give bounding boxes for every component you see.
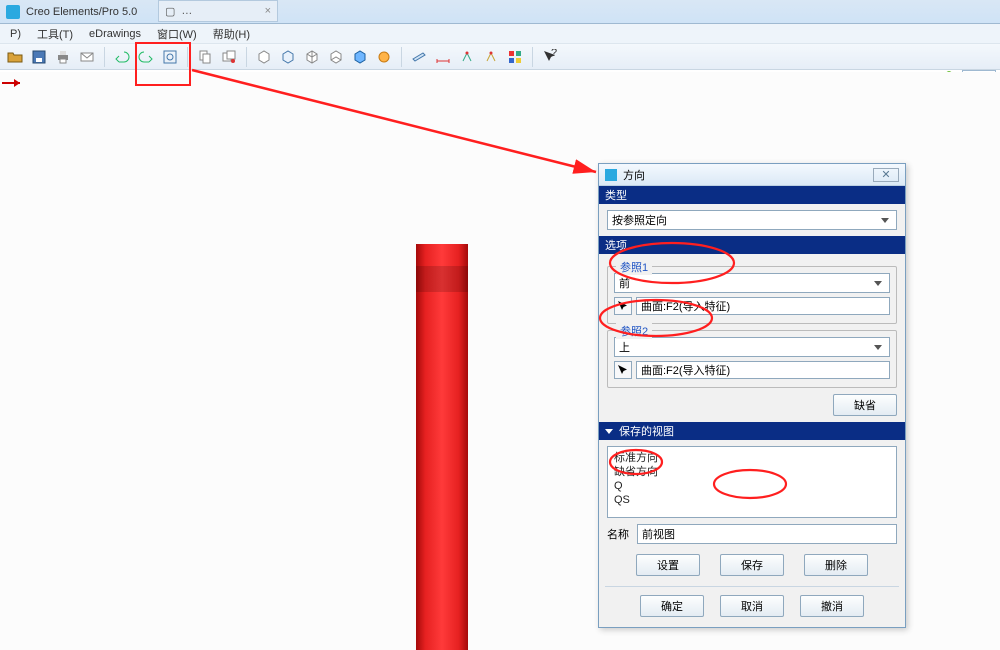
reference1-group: 参照1 前 曲面:F2(导入特征) bbox=[607, 266, 897, 324]
cube4-icon[interactable] bbox=[325, 46, 347, 68]
copy-paste-icon[interactable] bbox=[194, 46, 216, 68]
cube1-icon[interactable] bbox=[253, 46, 275, 68]
cancel-button[interactable]: 取消 bbox=[720, 595, 784, 617]
cancel-button-label: 取消 bbox=[741, 598, 763, 614]
ref2-legend: 参照2 bbox=[616, 323, 652, 339]
toolbar-separator bbox=[532, 47, 533, 67]
tab-label: … bbox=[181, 5, 192, 17]
list-item[interactable]: 标准方向 bbox=[614, 451, 890, 465]
ref1-value-text: 曲面:F2(导入特征) bbox=[641, 298, 730, 314]
set-button[interactable]: 设置 bbox=[636, 554, 700, 576]
cube-blue-icon[interactable] bbox=[349, 46, 371, 68]
close-icon[interactable]: ✕ bbox=[873, 168, 899, 182]
chevron-down-icon bbox=[878, 214, 892, 226]
snap1-icon[interactable] bbox=[456, 46, 478, 68]
name-input[interactable] bbox=[637, 524, 897, 544]
toolbar-separator bbox=[104, 47, 105, 67]
chevron-down-icon bbox=[871, 277, 885, 289]
dialog-icon bbox=[605, 169, 617, 181]
cursor-icon bbox=[617, 300, 629, 312]
app-title: Creo Elements/Pro 5.0 bbox=[26, 6, 137, 18]
open-icon[interactable] bbox=[4, 46, 26, 68]
mail-icon[interactable] bbox=[76, 46, 98, 68]
ref1-legend: 参照1 bbox=[616, 259, 652, 275]
cube3-icon[interactable] bbox=[301, 46, 323, 68]
model-part bbox=[416, 244, 468, 650]
saved-views-header[interactable]: 保存的视图 bbox=[599, 422, 905, 440]
list-item[interactable]: Q bbox=[614, 479, 890, 493]
undo-icon[interactable] bbox=[111, 46, 133, 68]
dialog-titlebar[interactable]: 方向 ✕ bbox=[599, 164, 905, 186]
toolbar-separator bbox=[401, 47, 402, 67]
section-options-label: 选项 bbox=[605, 237, 627, 253]
refit-icon[interactable] bbox=[159, 46, 181, 68]
menu-item-help[interactable]: 帮助(H) bbox=[207, 25, 256, 43]
saved-views-list[interactable]: 标准方向 缺省方向 Q QS bbox=[607, 446, 897, 518]
ref1-direction-value: 前 bbox=[619, 275, 630, 291]
reference2-group: 参照2 上 曲面:F2(导入特征) bbox=[607, 330, 897, 388]
cube2-icon[interactable] bbox=[277, 46, 299, 68]
divider bbox=[605, 586, 899, 587]
list-item[interactable]: 缺省方向 bbox=[614, 465, 890, 479]
snap2-icon[interactable] bbox=[480, 46, 502, 68]
titlebar: Creo Elements/Pro 5.0 bbox=[0, 0, 1000, 24]
dialog-title: 方向 bbox=[623, 167, 645, 183]
undo-dialog-button[interactable]: 撤消 bbox=[800, 595, 864, 617]
menu-item-p[interactable]: P) bbox=[4, 27, 27, 41]
ref1-pick-button[interactable] bbox=[614, 297, 632, 315]
toolbar: ? bbox=[0, 44, 1000, 70]
section-type-label: 类型 bbox=[605, 187, 627, 203]
window-tab[interactable]: ▢ … × bbox=[158, 0, 278, 22]
section-options-header: 选项 bbox=[599, 236, 905, 254]
redo-icon[interactable] bbox=[135, 46, 157, 68]
chevron-down-icon bbox=[871, 341, 885, 353]
close-icon[interactable]: × bbox=[265, 5, 271, 17]
menu-item-tools[interactable]: 工具(T) bbox=[31, 25, 79, 43]
orientation-dialog: 方向 ✕ 类型 按参照定向 选项 参照1 前 曲面:F2(导入特征) 参照2 bbox=[598, 163, 906, 628]
cursor-icon bbox=[617, 364, 629, 376]
ref2-value-field[interactable]: 曲面:F2(导入特征) bbox=[636, 361, 890, 379]
ref2-pick-button[interactable] bbox=[614, 361, 632, 379]
delete-button-label: 删除 bbox=[825, 557, 847, 573]
toolbar-separator bbox=[246, 47, 247, 67]
app-icon bbox=[6, 5, 20, 19]
delete-button[interactable]: 删除 bbox=[804, 554, 868, 576]
type-dropdown[interactable]: 按参照定向 bbox=[607, 210, 897, 230]
ref2-direction-dropdown[interactable]: 上 bbox=[614, 337, 890, 357]
ref1-value-field[interactable]: 曲面:F2(导入特征) bbox=[636, 297, 890, 315]
copy-geom-icon[interactable] bbox=[218, 46, 240, 68]
menu-item-window[interactable]: 窗口(W) bbox=[151, 25, 203, 43]
undo-dialog-button-label: 撤消 bbox=[821, 598, 843, 614]
svg-text:?: ? bbox=[551, 49, 557, 59]
ref2-value-text: 曲面:F2(导入特征) bbox=[641, 362, 730, 378]
ref2-direction-value: 上 bbox=[619, 339, 630, 355]
save-button[interactable]: 保存 bbox=[720, 554, 784, 576]
list-item[interactable]: QS bbox=[614, 493, 890, 507]
print-icon[interactable] bbox=[52, 46, 74, 68]
name-label: 名称 bbox=[607, 526, 629, 542]
plane-icon[interactable] bbox=[408, 46, 430, 68]
color-palette-icon[interactable] bbox=[504, 46, 526, 68]
axis-indicator bbox=[0, 75, 30, 95]
help-context-icon[interactable]: ? bbox=[539, 46, 561, 68]
section-type-header: 类型 bbox=[599, 186, 905, 204]
set-button-label: 设置 bbox=[657, 557, 679, 573]
toolbar-separator bbox=[187, 47, 188, 67]
ref1-direction-dropdown[interactable]: 前 bbox=[614, 273, 890, 293]
saved-views-label: 保存的视图 bbox=[619, 423, 674, 439]
cube-orange-icon[interactable] bbox=[373, 46, 395, 68]
ok-button-label: 确定 bbox=[661, 598, 683, 614]
triangle-down-icon bbox=[605, 429, 613, 434]
ok-button[interactable]: 确定 bbox=[640, 595, 704, 617]
default-button[interactable]: 缺省 bbox=[833, 394, 897, 416]
default-button-label: 缺省 bbox=[854, 397, 876, 413]
menubar: P) 工具(T) eDrawings 窗口(W) 帮助(H) bbox=[0, 24, 1000, 44]
tab-icon: ▢ bbox=[165, 5, 175, 18]
save-button-label: 保存 bbox=[741, 557, 763, 573]
type-value: 按参照定向 bbox=[612, 212, 667, 228]
menu-item-edrawings[interactable]: eDrawings bbox=[83, 27, 147, 41]
dim-icon[interactable] bbox=[432, 46, 454, 68]
save-icon[interactable] bbox=[28, 46, 50, 68]
